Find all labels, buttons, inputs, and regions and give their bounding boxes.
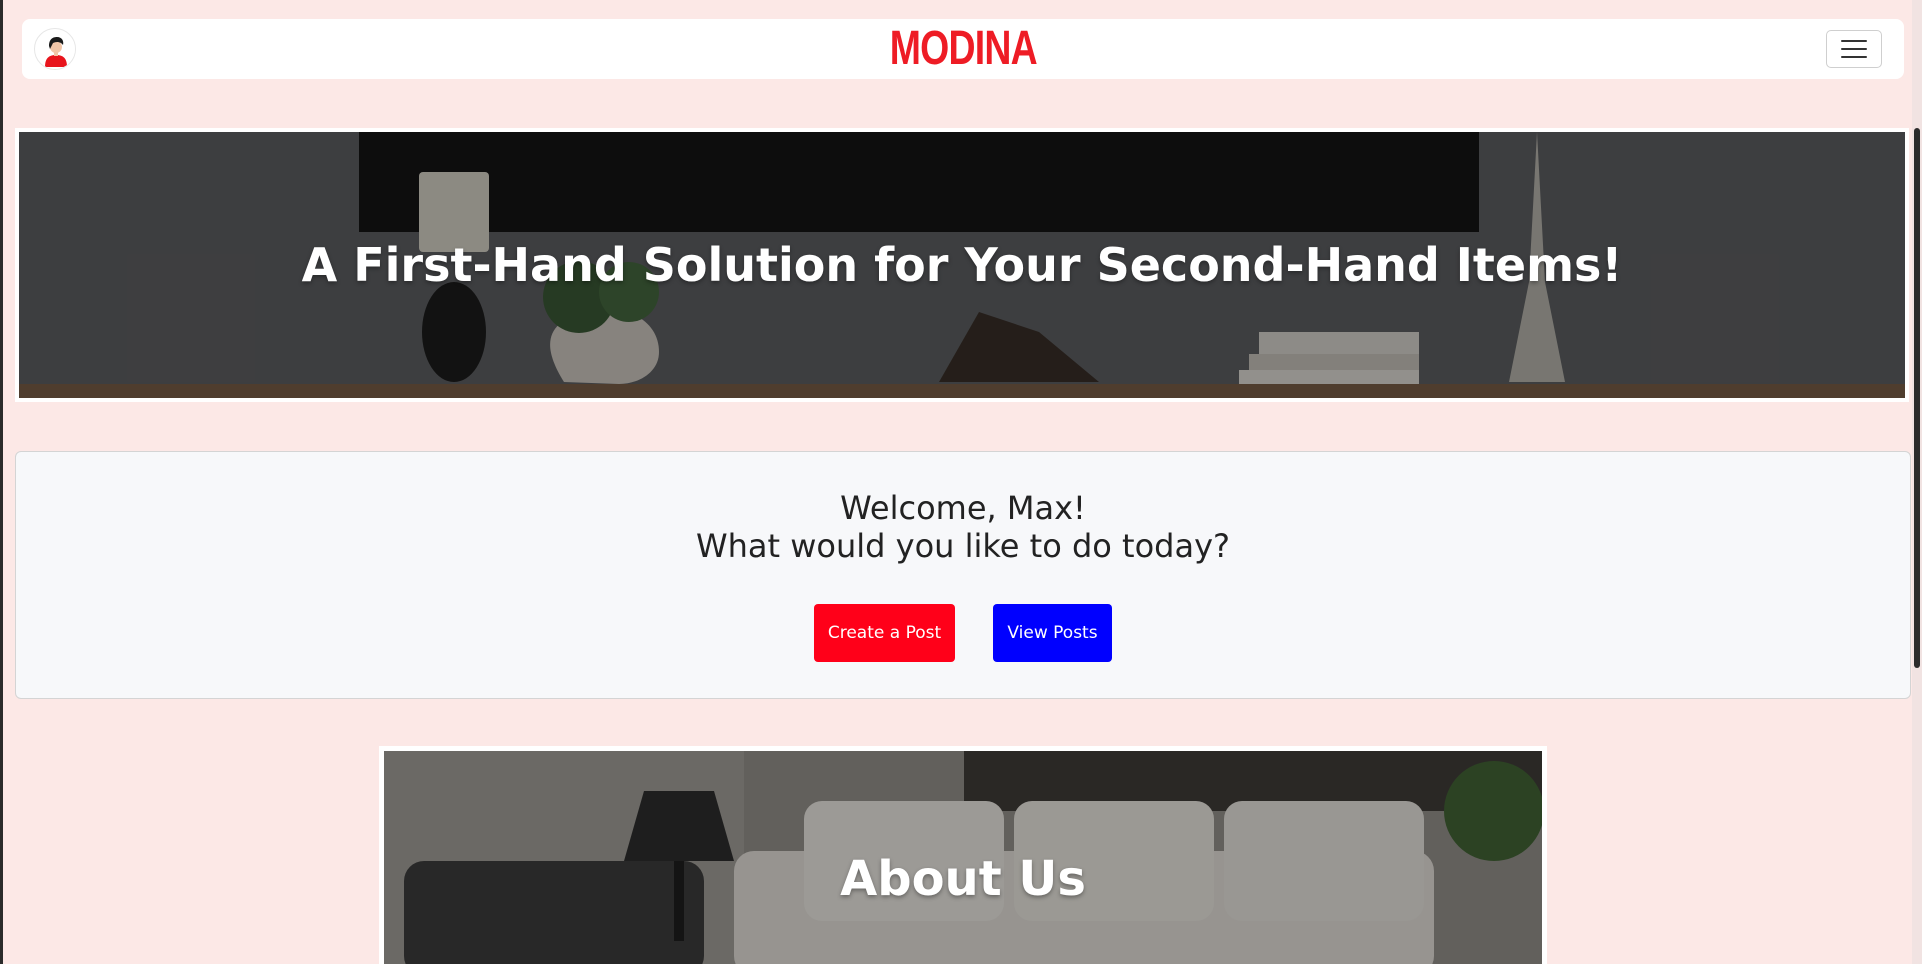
window-left-edge bbox=[0, 0, 3, 964]
hamburger-menu-icon-bar bbox=[1841, 56, 1867, 58]
hamburger-menu-icon bbox=[1841, 40, 1867, 42]
action-buttons: Create a Post View Posts bbox=[16, 604, 1910, 662]
page-scrollbar[interactable] bbox=[1912, 0, 1922, 964]
about-title: About Us bbox=[840, 851, 1086, 907]
hamburger-menu-button[interactable] bbox=[1826, 30, 1882, 68]
top-navbar: MODINA bbox=[22, 19, 1904, 79]
hamburger-menu-icon-bar bbox=[1841, 48, 1867, 50]
scrollbar-thumb[interactable] bbox=[1914, 128, 1920, 668]
hero-banner: A First-Hand Solution for Your Second-Ha… bbox=[15, 128, 1909, 402]
create-post-button[interactable]: Create a Post bbox=[814, 604, 955, 662]
hero-title: A First-Hand Solution for Your Second-Ha… bbox=[301, 238, 1623, 292]
about-section: About Us bbox=[379, 746, 1547, 964]
welcome-card: Welcome, Max! What would you like to do … bbox=[15, 451, 1911, 699]
hero-image: A First-Hand Solution for Your Second-Ha… bbox=[19, 132, 1905, 398]
user-avatar-icon[interactable] bbox=[34, 28, 76, 70]
welcome-prompt: What would you like to do today? bbox=[696, 527, 1230, 565]
view-posts-button[interactable]: View Posts bbox=[993, 604, 1112, 662]
about-image: About Us bbox=[384, 751, 1542, 964]
brand-logo[interactable]: MODINA bbox=[889, 19, 1037, 79]
welcome-greeting: Welcome, Max! bbox=[840, 489, 1086, 527]
